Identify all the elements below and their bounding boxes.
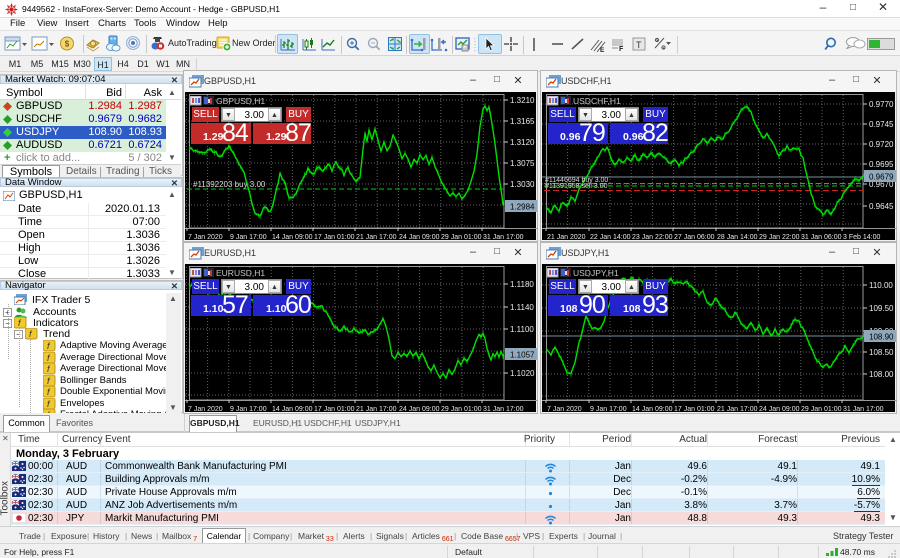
svg-text:1.1100: 1.1100 bbox=[510, 325, 534, 334]
svg-text:7 Jan 2020: 7 Jan 2020 bbox=[188, 234, 223, 241]
svg-text:27 Jan 06:00: 27 Jan 06:00 bbox=[674, 234, 715, 241]
svg-text:0.9770: 0.9770 bbox=[869, 100, 894, 109]
svg-text:3 Feb 14:00: 3 Feb 14:00 bbox=[843, 234, 880, 241]
svg-text:9 Jan 17:00: 9 Jan 17:00 bbox=[230, 406, 267, 413]
svg-text:29 Jan 01:00: 29 Jan 01:00 bbox=[441, 406, 482, 413]
svg-text:31 Jan 17:00: 31 Jan 17:00 bbox=[843, 406, 884, 413]
svg-text:17 Jan 01:00: 17 Jan 01:00 bbox=[674, 406, 715, 413]
svg-text:21 Jan 2020: 21 Jan 2020 bbox=[547, 234, 586, 241]
svg-text:29 Jan 01:00: 29 Jan 01:00 bbox=[441, 234, 482, 241]
svg-text:0.9695: 0.9695 bbox=[869, 160, 894, 169]
svg-text:109.50: 109.50 bbox=[869, 304, 894, 313]
svg-text:1.1180: 1.1180 bbox=[510, 280, 534, 289]
svg-text:0.9720: 0.9720 bbox=[869, 140, 894, 149]
svg-text:22 Jan 14:00: 22 Jan 14:00 bbox=[590, 234, 631, 241]
svg-text:9 Jan 17:00: 9 Jan 17:00 bbox=[590, 406, 627, 413]
svg-text:9 Jan 17:00: 9 Jan 17:00 bbox=[230, 234, 267, 241]
svg-text:T: T bbox=[636, 40, 642, 50]
svg-text:21 Jan 17:00: 21 Jan 17:00 bbox=[356, 234, 397, 241]
svg-text:1.3210: 1.3210 bbox=[510, 96, 535, 105]
svg-text:17 Jan 01:00: 17 Jan 01:00 bbox=[314, 234, 355, 241]
svg-text:7 Jan 2020: 7 Jan 2020 bbox=[547, 406, 582, 413]
svg-text:24 Jan 09:00: 24 Jan 09:00 bbox=[399, 234, 440, 241]
svg-text:29 Jan 01:00: 29 Jan 01:00 bbox=[801, 406, 842, 413]
svg-text:110.00: 110.00 bbox=[869, 281, 893, 290]
svg-text:7 Jan 2020: 7 Jan 2020 bbox=[188, 406, 223, 413]
svg-text:1.2984: 1.2984 bbox=[510, 203, 535, 212]
svg-text:1.3030: 1.3030 bbox=[510, 180, 535, 189]
svg-text:14 Jan 09:00: 14 Jan 09:00 bbox=[272, 234, 313, 241]
svg-text:1.3120: 1.3120 bbox=[510, 138, 535, 147]
svg-text:1.1020: 1.1020 bbox=[510, 369, 535, 378]
svg-text:21 Jan 17:00: 21 Jan 17:00 bbox=[356, 406, 397, 413]
svg-text:108.50: 108.50 bbox=[869, 348, 894, 357]
svg-text:24 Jan 09:00: 24 Jan 09:00 bbox=[399, 406, 440, 413]
svg-text:0.9679: 0.9679 bbox=[869, 173, 894, 182]
svg-text:1.3165: 1.3165 bbox=[510, 117, 535, 126]
svg-text:#11392203 buy 3.00: #11392203 buy 3.00 bbox=[193, 180, 266, 189]
svg-text:14 Jan 09:00: 14 Jan 09:00 bbox=[272, 406, 313, 413]
svg-text:0.9645: 0.9645 bbox=[869, 202, 894, 211]
svg-text:23 Jan 22:00: 23 Jan 22:00 bbox=[632, 234, 673, 241]
svg-text:21 Jan 17:00: 21 Jan 17:00 bbox=[717, 406, 758, 413]
svg-text:31 Jan 06:00: 31 Jan 06:00 bbox=[801, 234, 842, 241]
svg-text:1.1057: 1.1057 bbox=[510, 351, 535, 360]
svg-text:28 Jan 14:00: 28 Jan 14:00 bbox=[717, 234, 758, 241]
svg-text:1.1140: 1.1140 bbox=[510, 303, 534, 312]
svg-text:F: F bbox=[619, 46, 624, 53]
svg-text:31 Jan 17:00: 31 Jan 17:00 bbox=[483, 406, 524, 413]
svg-text:24 Jan 09:00: 24 Jan 09:00 bbox=[759, 406, 800, 413]
svg-text:29 Jan 22:00: 29 Jan 22:00 bbox=[759, 234, 800, 241]
svg-text:108.00: 108.00 bbox=[869, 370, 894, 379]
svg-text:14 Jan 09:00: 14 Jan 09:00 bbox=[632, 406, 673, 413]
svg-text:0.9745: 0.9745 bbox=[869, 120, 894, 129]
svg-text:17 Jan 01:00: 17 Jan 01:00 bbox=[314, 406, 355, 413]
svg-text:108.90: 108.90 bbox=[869, 333, 894, 342]
svg-text:31 Jan 17:00: 31 Jan 17:00 bbox=[483, 234, 524, 241]
svg-text:#11391958 sell 3.00: #11391958 sell 3.00 bbox=[545, 183, 608, 190]
svg-text:E: E bbox=[600, 47, 605, 54]
svg-text:1.3075: 1.3075 bbox=[510, 159, 535, 168]
